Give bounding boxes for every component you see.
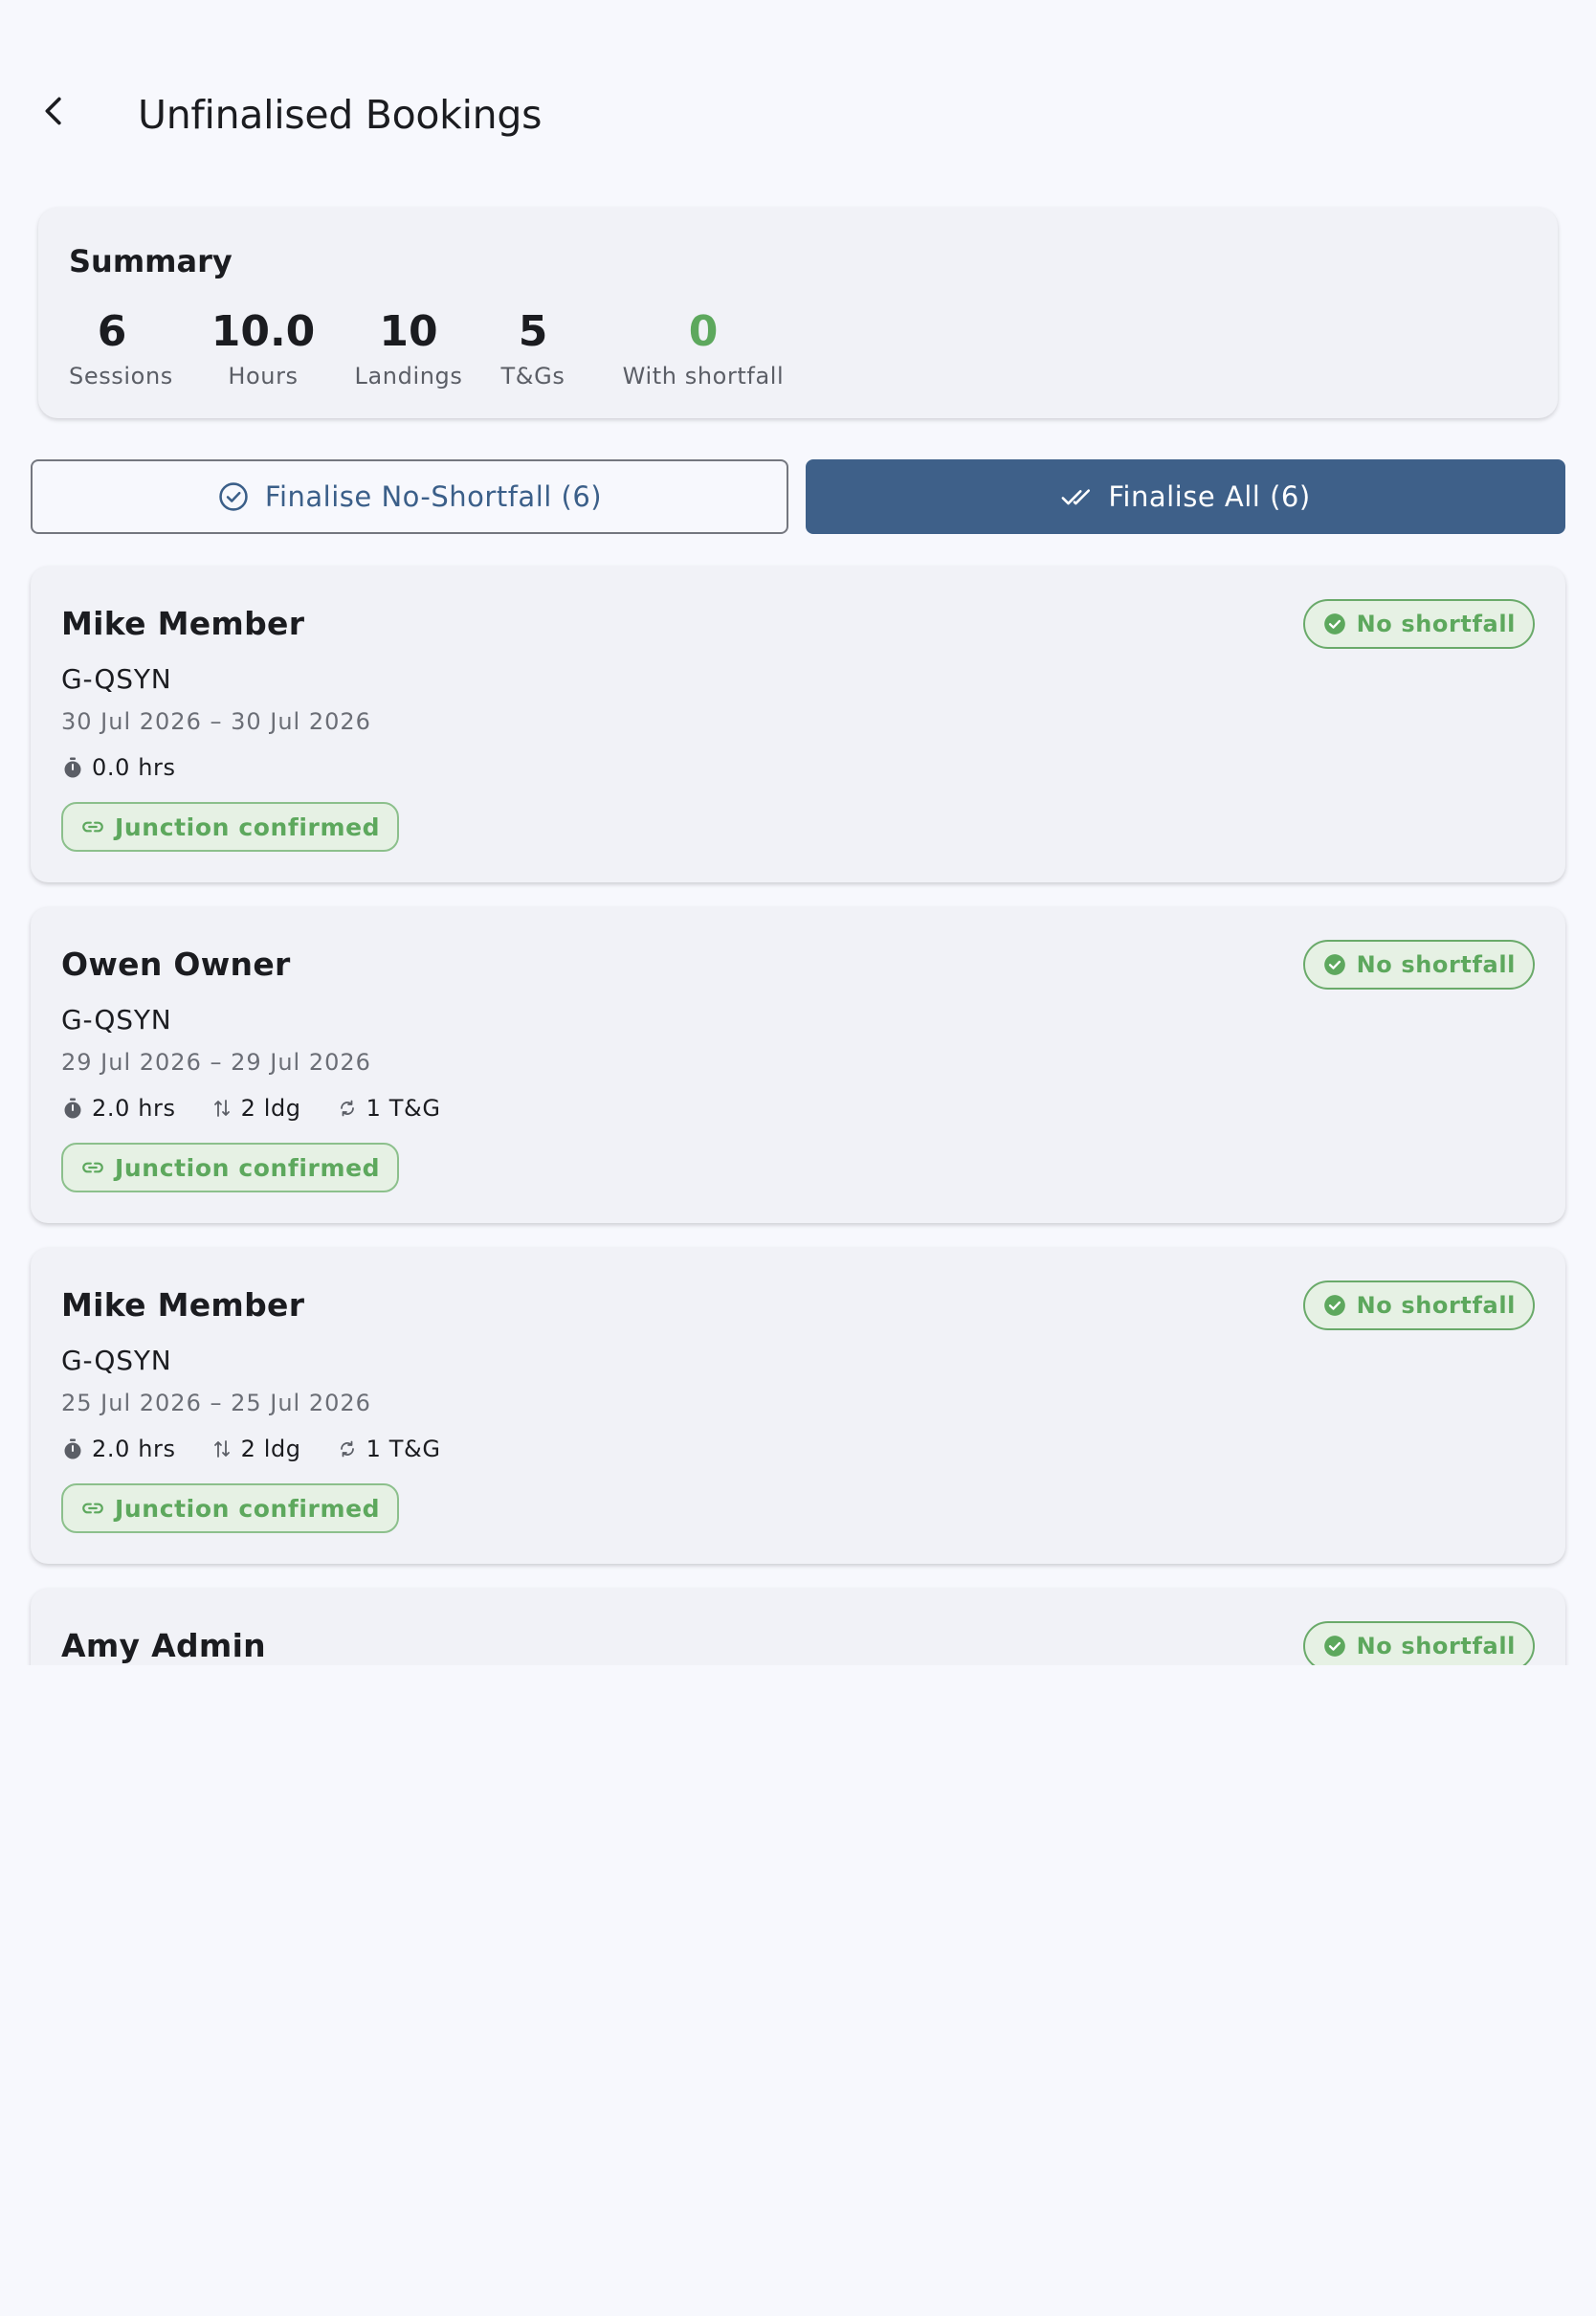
timer-icon xyxy=(64,757,81,778)
hours-stat: 0.0 hrs xyxy=(61,752,176,783)
booking-card[interactable]: Mike Member No shortfall G-QSYN 30 Jul 2… xyxy=(31,567,1565,882)
done-all-icon xyxy=(1061,489,1091,505)
timer-icon xyxy=(64,1098,81,1119)
page-title: Unfinalised Bookings xyxy=(138,92,543,138)
stat-value: 10 xyxy=(379,307,438,356)
booking-card[interactable]: Amy Admin No shortfall xyxy=(31,1589,1565,1665)
member-name: Amy Admin xyxy=(61,1627,266,1664)
booking-card[interactable]: Mike Member No shortfall G-QSYN 25 Jul 2… xyxy=(31,1248,1565,1564)
status-badge: No shortfall xyxy=(1302,1280,1535,1330)
tg-value: 1 T&G xyxy=(366,1095,441,1122)
flight-stats: 0.0 hrs xyxy=(61,752,211,783)
link-icon xyxy=(82,821,103,833)
status-badge: No shortfall xyxy=(1302,1621,1535,1665)
status-badge-label: No shortfall xyxy=(1356,1292,1516,1319)
junction-chip: Junction confirmed xyxy=(61,1483,400,1533)
tg-value: 1 T&G xyxy=(366,1436,441,1462)
link-icon xyxy=(82,1503,103,1514)
status-badge: No shortfall xyxy=(1302,599,1535,649)
landings-stat: 2 ldg xyxy=(211,1434,301,1464)
junction-chip-label: Junction confirmed xyxy=(115,1494,381,1523)
finalise-all-label: Finalise All (6) xyxy=(1108,480,1311,513)
stat-hours: 10.0 Hours xyxy=(211,307,316,391)
stat-label: Landings xyxy=(354,363,463,390)
timer-icon xyxy=(64,1438,81,1459)
stat-value: 5 xyxy=(518,307,548,356)
loop-icon xyxy=(340,1440,354,1458)
link-icon xyxy=(82,1162,103,1173)
member-name: Mike Member xyxy=(61,605,305,642)
member-name: Mike Member xyxy=(61,1286,305,1324)
check-circle-icon xyxy=(1323,1295,1345,1316)
aircraft-registration: G-QSYN xyxy=(61,663,172,695)
loop-icon xyxy=(340,1100,354,1117)
booking-card[interactable]: Owen Owner No shortfall G-QSYN 29 Jul 20… xyxy=(31,907,1565,1223)
aircraft-registration: G-QSYN xyxy=(61,1345,172,1376)
arrow-back-icon xyxy=(45,97,61,125)
finalise-no-shortfall-label: Finalise No-Shortfall (6) xyxy=(264,480,603,513)
status-badge: No shortfall xyxy=(1302,940,1535,990)
swap-vert-icon xyxy=(213,1440,230,1458)
flight-stats: 2.0 hrs 2 ldg 1 T&G xyxy=(61,1434,476,1464)
hours-value: 0.0 hrs xyxy=(92,754,176,781)
booking-dates: 25 Jul 2026 – 25 Jul 2026 xyxy=(61,1390,371,1416)
stat-label: T&Gs xyxy=(500,363,565,390)
status-badge-label: No shortfall xyxy=(1356,1633,1516,1659)
stat-value: 10.0 xyxy=(211,307,316,356)
hours-stat: 2.0 hrs xyxy=(61,1434,176,1464)
status-badge-label: No shortfall xyxy=(1356,611,1516,637)
junction-chip: Junction confirmed xyxy=(61,1143,400,1192)
booking-dates: 30 Jul 2026 – 30 Jul 2026 xyxy=(61,708,371,735)
junction-chip-label: Junction confirmed xyxy=(115,1153,381,1182)
stat-landings: 10 Landings xyxy=(346,307,471,391)
finalise-all-button[interactable]: Finalise All (6) xyxy=(806,459,1565,534)
hours-value: 2.0 hrs xyxy=(92,1095,176,1122)
swap-vert-icon xyxy=(213,1100,230,1117)
app-bar: Unfinalised Bookings xyxy=(0,0,1596,191)
hours-stat: 2.0 hrs xyxy=(61,1093,176,1124)
stat-label: With shortfall xyxy=(622,363,785,390)
tg-stat: 1 T&G xyxy=(336,1093,441,1124)
junction-chip-label: Junction confirmed xyxy=(115,813,381,841)
aircraft-registration: G-QSYN xyxy=(61,1004,172,1036)
flight-stats: 2.0 hrs 2 ldg 1 T&G xyxy=(61,1093,476,1124)
stat-sessions: 6 Sessions xyxy=(69,307,173,391)
finalise-no-shortfall-button[interactable]: Finalise No-Shortfall (6) xyxy=(31,459,788,534)
check-circle-icon xyxy=(1323,1636,1345,1657)
landings-value: 2 ldg xyxy=(240,1436,301,1462)
stat-value: 0 xyxy=(688,307,719,356)
stat-label: Hours xyxy=(228,363,299,390)
check-circle-icon xyxy=(1323,954,1345,975)
back-button[interactable] xyxy=(23,80,84,142)
landings-stat: 2 ldg xyxy=(211,1093,301,1124)
junction-chip: Junction confirmed xyxy=(61,802,400,852)
status-badge-label: No shortfall xyxy=(1356,951,1516,978)
booking-dates: 29 Jul 2026 – 29 Jul 2026 xyxy=(61,1049,371,1076)
stat-tgs: 5 T&Gs xyxy=(490,307,576,391)
booking-list[interactable]: Mike Member No shortfall G-QSYN 30 Jul 2… xyxy=(0,555,1596,1665)
check-circle-icon xyxy=(1323,613,1345,635)
member-name: Owen Owner xyxy=(61,946,291,983)
check-circle-outline-icon xyxy=(219,482,248,511)
hours-value: 2.0 hrs xyxy=(92,1436,176,1462)
stat-label: Sessions xyxy=(69,363,173,390)
stat-with-shortfall: 0 With shortfall xyxy=(603,307,804,391)
summary-title: Summary xyxy=(69,243,233,279)
stat-value: 6 xyxy=(97,307,127,356)
summary-card: Summary 6 Sessions 10.0 Hours 10 Landing… xyxy=(38,208,1558,418)
landings-value: 2 ldg xyxy=(240,1095,301,1122)
tg-stat: 1 T&G xyxy=(336,1434,441,1464)
